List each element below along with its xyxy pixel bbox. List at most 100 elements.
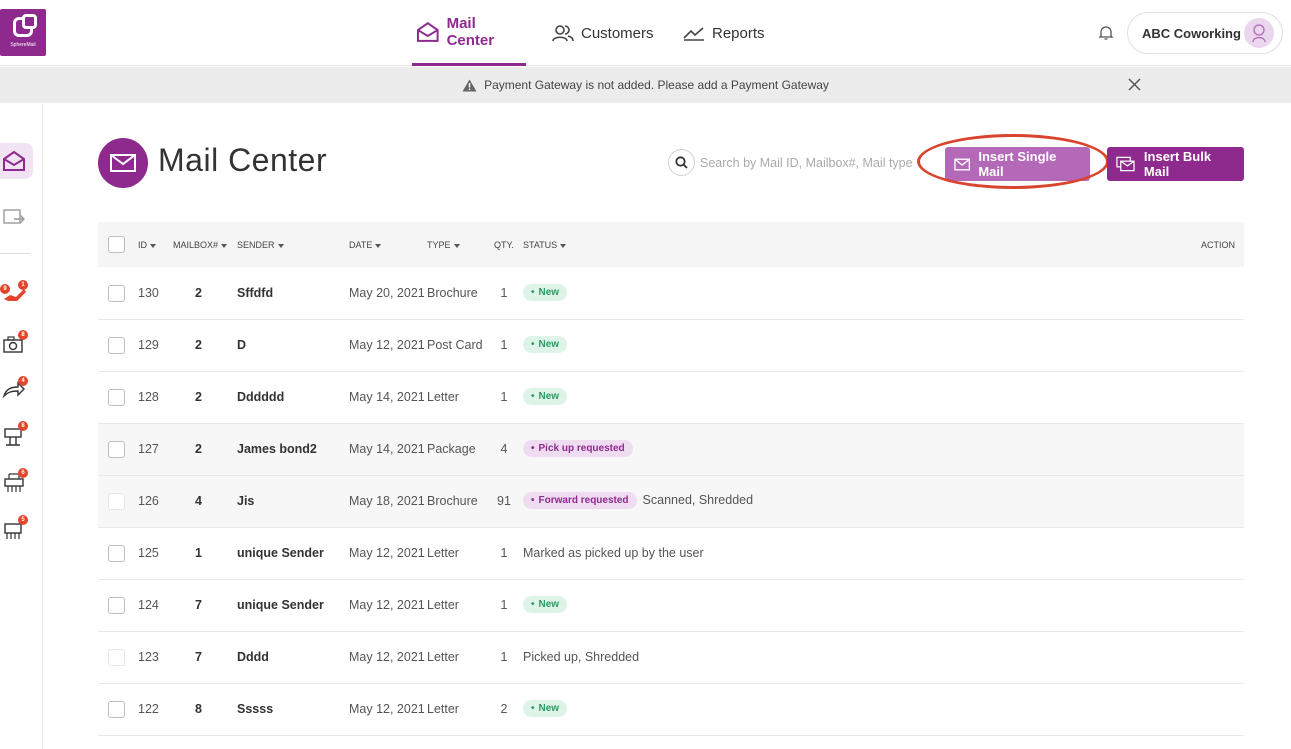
account-menu[interactable]: ABC Coworking	[1127, 12, 1283, 54]
col-sender-header[interactable]: SENDER	[237, 240, 284, 250]
notification-bell-icon[interactable]	[1098, 25, 1114, 46]
close-icon[interactable]	[1128, 78, 1141, 94]
cell-date: May 12, 2021	[349, 650, 425, 664]
cell-sender: Sssss	[237, 702, 274, 716]
row-checkbox[interactable]	[108, 701, 125, 718]
nav-mail-center[interactable]: Mail Center	[412, 0, 526, 66]
cell-type: Letter	[427, 702, 459, 716]
row-checkbox[interactable]	[108, 545, 125, 562]
cell-id: 128	[138, 390, 159, 404]
status-note: Marked as picked up by the user	[523, 546, 704, 560]
select-all-checkbox[interactable]	[108, 236, 125, 253]
cell-mailbox: 4	[195, 494, 202, 508]
insert-bulk-mail-button[interactable]: Insert Bulk Mail	[1107, 147, 1244, 181]
cell-type: Letter	[427, 546, 459, 560]
cell-qty: 1	[500, 338, 508, 352]
sidebar-item-pickups[interactable]: 9 1	[0, 276, 33, 312]
table-row[interactable]: 128 2 Dddddd May 14, 2021Letter 1 New	[98, 372, 1244, 424]
stacked-envelopes-icon	[1116, 156, 1135, 172]
row-checkbox[interactable]	[108, 285, 125, 302]
cell-date: May 18, 2021	[349, 494, 425, 508]
nav-mail-center-label: Mail Center	[446, 14, 495, 49]
sidebar-item-deliveries[interactable]: 5	[0, 511, 33, 547]
table-row[interactable]: 123 7 Dddd May 12, 2021 Letter 1 Picked up, Sh…	[98, 632, 1244, 684]
row-checkbox[interactable]	[108, 597, 125, 614]
insert-single-mail-button[interactable]: Insert Single Mail	[945, 147, 1090, 181]
table-header: ID MAILBOX# SENDER DATE TYPE QTY. STATUS…	[98, 222, 1244, 267]
cell-type: Letter	[427, 598, 459, 612]
table-row[interactable]: 130 2 Sffdfd May 20, 2021Brochure 1 New	[98, 268, 1244, 320]
cell-mailbox: 2	[195, 338, 202, 352]
cell-id: 123	[138, 650, 159, 664]
cell-date: May 20, 2021	[349, 286, 425, 300]
cell-mailbox: 2	[195, 442, 202, 456]
table-row[interactable]: 124 7 unique Sender May 12, 2021Letter 1 New	[98, 580, 1244, 632]
col-mailbox-header[interactable]: MAILBOX#	[173, 240, 228, 250]
cell-sender: Jis	[237, 494, 255, 508]
sidebar-divider	[0, 253, 31, 254]
cell-sender: unique Sender	[237, 546, 324, 560]
sort-caret-icon	[150, 243, 156, 248]
row-checkbox[interactable]	[108, 389, 125, 406]
nav-reports-label: Reports	[712, 24, 765, 42]
cell-id: 126	[138, 494, 159, 508]
sidebar-item-forward-mail[interactable]	[0, 198, 33, 234]
avatar	[1244, 18, 1274, 48]
col-status-header[interactable]: STATUS	[523, 240, 567, 250]
sidebar-item-mailboxes[interactable]: 8	[0, 417, 33, 453]
table-row[interactable]: 122 8 Sssss May 12, 2021Letter 2 New	[98, 684, 1244, 736]
table-row[interactable]: 125 1 unique Sender May 12, 2021 Letter 1 Mark…	[98, 528, 1244, 580]
status-note: Picked up, Shredded	[523, 650, 640, 664]
nav-reports[interactable]: Reports	[683, 0, 765, 66]
sidebar-item-inbox[interactable]	[0, 143, 33, 179]
cell-mailbox: 2	[195, 286, 202, 300]
search-icon[interactable]	[668, 149, 695, 176]
search-input[interactable]	[700, 150, 918, 175]
app-logo[interactable]: SphereMail	[0, 9, 46, 56]
insert-single-mail-label: Insert Single Mail	[978, 149, 1057, 179]
status-note: Scanned, Shredded	[642, 492, 754, 507]
cell-date: May 12, 2021	[349, 598, 425, 612]
payment-gateway-warning-banner: Payment Gateway is not added. Please add…	[0, 67, 1291, 103]
cell-qty: 1	[500, 598, 508, 612]
sidebar-item-forwards[interactable]: 4	[0, 371, 33, 407]
table-row[interactable]: 126 4 Jis May 18, 2021Brochure 91 Forward req…	[98, 476, 1244, 528]
cell-type: Package	[427, 442, 476, 456]
cell-qty: 1	[500, 286, 508, 300]
sidebar-item-shred[interactable]: 6	[0, 464, 33, 500]
col-type-header[interactable]: TYPE	[427, 240, 460, 250]
cell-type: Letter	[427, 390, 459, 404]
col-id-header[interactable]: ID	[138, 240, 156, 250]
badge-shred: 6	[18, 468, 28, 478]
cell-status: Forward requested Scanned, Shredded	[523, 492, 753, 509]
cell-date: May 14, 2021	[349, 390, 425, 404]
row-checkbox[interactable]	[108, 649, 125, 666]
cell-sender: D	[237, 338, 247, 352]
users-icon	[552, 25, 574, 42]
left-sidebar: 9 1 8 4 8 6 5	[0, 104, 43, 749]
row-checkbox[interactable]	[108, 337, 125, 354]
row-checkbox[interactable]	[108, 441, 125, 458]
account-name: ABC Coworking	[1142, 25, 1241, 41]
cell-sender: Dddddd	[237, 390, 285, 404]
sort-caret-icon	[560, 243, 567, 248]
nav-customers[interactable]: Customers	[552, 0, 654, 66]
page-title: Mail Center	[158, 142, 328, 178]
sidebar-item-scans[interactable]: 8	[0, 326, 33, 362]
row-checkbox[interactable]	[108, 493, 125, 510]
cell-id: 130	[138, 286, 159, 300]
cell-date: May 12, 2021	[349, 546, 425, 560]
sort-caret-icon	[375, 243, 382, 248]
table-row[interactable]: 129 2 D May 12, 2021Post Card 1 New	[98, 320, 1244, 372]
col-date-header[interactable]: DATE	[349, 240, 382, 250]
cell-qty: 1	[500, 390, 508, 404]
table-row[interactable]: 127 2 James bond2 May 14, 2021Package 4 Pick …	[98, 424, 1244, 476]
badge-deliveries: 5	[18, 515, 28, 525]
mail-open-icon	[3, 150, 25, 171]
cell-mailbox: 8	[195, 702, 202, 716]
cell-qty: 1	[500, 546, 508, 560]
warning-icon	[462, 79, 477, 92]
status-badge: New	[523, 596, 568, 613]
envelope-icon	[954, 158, 971, 170]
cell-sender: Dddd	[237, 650, 269, 664]
